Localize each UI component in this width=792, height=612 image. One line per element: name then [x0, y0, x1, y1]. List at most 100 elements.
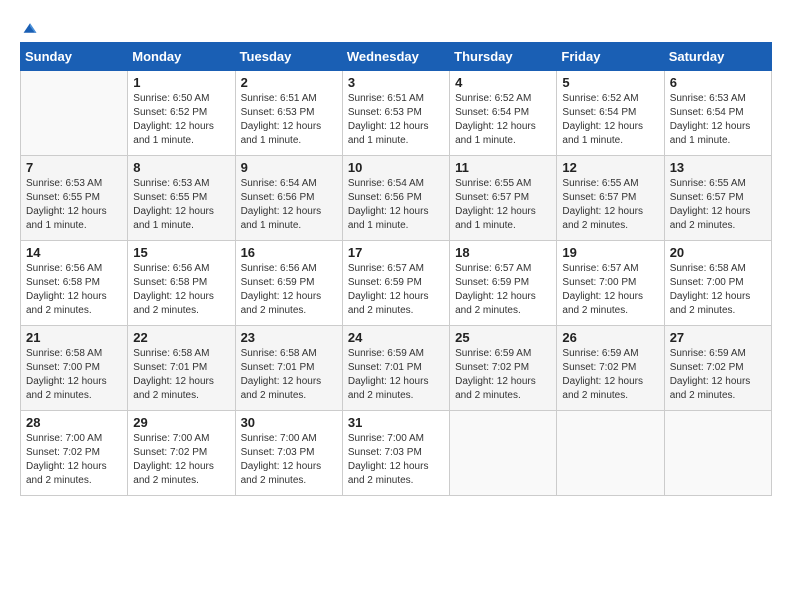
day-info: Sunrise: 6:55 AMSunset: 6:57 PMDaylight:… — [670, 177, 766, 233]
day-number: 18 — [455, 245, 551, 260]
day-info: Sunrise: 6:57 AMSunset: 7:00 PMDaylight:… — [562, 262, 658, 318]
day-number: 11 — [455, 160, 551, 175]
day-number: 25 — [455, 330, 551, 345]
calendar-cell: 20 Sunrise: 6:58 AMSunset: 7:00 PMDayligh… — [664, 241, 771, 326]
day-info: Sunrise: 6:58 AMSunset: 7:01 PMDaylight:… — [241, 347, 337, 403]
day-info: Sunrise: 6:56 AMSunset: 6:58 PMDaylight:… — [133, 262, 229, 318]
day-number: 10 — [348, 160, 444, 175]
day-number: 31 — [348, 415, 444, 430]
day-number: 20 — [670, 245, 766, 260]
calendar-week-row: 21Sunrise: 6:58 AMSunset: 7:00 PMDayligh… — [21, 326, 772, 411]
day-info: Sunrise: 6:54 AMSunset: 6:56 PMDaylight:… — [348, 177, 444, 233]
day-number: 2 — [241, 75, 337, 90]
header-monday: Monday — [128, 43, 235, 71]
day-number: 24 — [348, 330, 444, 345]
calendar-cell: 31 Sunrise: 7:00 AMSunset: 7:03 PMDayligh… — [342, 411, 449, 496]
header-sunday: Sunday — [21, 43, 128, 71]
calendar-cell: 11Sunrise: 6:55 AMSunset: 6:57 PMDayligh… — [450, 156, 557, 241]
day-number: 7 — [26, 160, 122, 175]
day-info: Sunrise: 6:50 AMSunset: 6:52 PMDaylight:… — [133, 92, 229, 148]
calendar-cell: 25 Sunrise: 6:59 AMSunset: 7:02 PMDayligh… — [450, 326, 557, 411]
calendar-cell: 17Sunrise: 6:57 AMSunset: 6:59 PMDayligh… — [342, 241, 449, 326]
day-number: 5 — [562, 75, 658, 90]
calendar-cell: 14 Sunrise: 6:56 AMSunset: 6:58 PMDayligh… — [21, 241, 128, 326]
calendar-cell: 9 Sunrise: 6:54 AMSunset: 6:56 PMDaylight… — [235, 156, 342, 241]
day-info: Sunrise: 6:51 AMSunset: 6:53 PMDaylight:… — [348, 92, 444, 148]
calendar-cell: 16 Sunrise: 6:56 AMSunset: 6:59 PMDayligh… — [235, 241, 342, 326]
day-info: Sunrise: 6:59 AMSunset: 7:01 PMDaylight:… — [348, 347, 444, 403]
calendar-cell: 5 Sunrise: 6:52 AMSunset: 6:54 PMDaylight… — [557, 71, 664, 156]
header-tuesday: Tuesday — [235, 43, 342, 71]
day-info: Sunrise: 6:59 AMSunset: 7:02 PMDaylight:… — [455, 347, 551, 403]
day-number: 12 — [562, 160, 658, 175]
calendar-cell: 10 Sunrise: 6:54 AMSunset: 6:56 PMDayligh… — [342, 156, 449, 241]
day-number: 9 — [241, 160, 337, 175]
calendar-cell: 12 Sunrise: 6:55 AMSunset: 6:57 PMDayligh… — [557, 156, 664, 241]
calendar-week-row: 1 Sunrise: 6:50 AMSunset: 6:52 PMDaylight… — [21, 71, 772, 156]
calendar-cell — [664, 411, 771, 496]
calendar-cell — [557, 411, 664, 496]
day-number: 4 — [455, 75, 551, 90]
calendar-cell: 15 Sunrise: 6:56 AMSunset: 6:58 PMDayligh… — [128, 241, 235, 326]
day-number: 26 — [562, 330, 658, 345]
day-info: Sunrise: 6:58 AMSunset: 7:01 PMDaylight:… — [133, 347, 229, 403]
day-number: 19 — [562, 245, 658, 260]
calendar-cell: 18 Sunrise: 6:57 AMSunset: 6:59 PMDayligh… — [450, 241, 557, 326]
day-number: 29 — [133, 415, 229, 430]
calendar-table: Sunday Monday Tuesday Wednesday Thursday… — [20, 42, 772, 496]
day-number: 23 — [241, 330, 337, 345]
calendar-cell: 21Sunrise: 6:58 AMSunset: 7:00 PMDayligh… — [21, 326, 128, 411]
calendar-cell — [450, 411, 557, 496]
day-info: Sunrise: 6:56 AMSunset: 6:59 PMDaylight:… — [241, 262, 337, 318]
calendar-week-row: 7 Sunrise: 6:53 AMSunset: 6:55 PMDaylight… — [21, 156, 772, 241]
day-info: Sunrise: 6:59 AMSunset: 7:02 PMDaylight:… — [670, 347, 766, 403]
day-info: Sunrise: 6:53 AMSunset: 6:55 PMDaylight:… — [133, 177, 229, 233]
day-info: Sunrise: 7:00 AMSunset: 7:03 PMDaylight:… — [348, 432, 444, 488]
day-info: Sunrise: 7:00 AMSunset: 7:03 PMDaylight:… — [241, 432, 337, 488]
calendar-cell: 30 Sunrise: 7:00 AMSunset: 7:03 PMDayligh… — [235, 411, 342, 496]
calendar-cell: 19 Sunrise: 6:57 AMSunset: 7:00 PMDayligh… — [557, 241, 664, 326]
header-wednesday: Wednesday — [342, 43, 449, 71]
day-info: Sunrise: 6:53 AMSunset: 6:54 PMDaylight:… — [670, 92, 766, 148]
day-info: Sunrise: 6:54 AMSunset: 6:56 PMDaylight:… — [241, 177, 337, 233]
day-info: Sunrise: 6:57 AMSunset: 6:59 PMDaylight:… — [348, 262, 444, 318]
calendar-header-row: Sunday Monday Tuesday Wednesday Thursday… — [21, 43, 772, 71]
day-number: 8 — [133, 160, 229, 175]
calendar-cell: 22Sunrise: 6:58 AMSunset: 7:01 PMDayligh… — [128, 326, 235, 411]
day-number: 14 — [26, 245, 122, 260]
header-thursday: Thursday — [450, 43, 557, 71]
calendar-cell — [21, 71, 128, 156]
calendar-cell: 29 Sunrise: 7:00 AMSunset: 7:02 PMDayligh… — [128, 411, 235, 496]
calendar-cell: 28Sunrise: 7:00 AMSunset: 7:02 PMDayligh… — [21, 411, 128, 496]
day-info: Sunrise: 6:57 AMSunset: 6:59 PMDaylight:… — [455, 262, 551, 318]
calendar-cell: 4Sunrise: 6:52 AMSunset: 6:54 PMDaylight… — [450, 71, 557, 156]
calendar-week-row: 28Sunrise: 7:00 AMSunset: 7:02 PMDayligh… — [21, 411, 772, 496]
calendar-cell: 26 Sunrise: 6:59 AMSunset: 7:02 PMDayligh… — [557, 326, 664, 411]
day-info: Sunrise: 6:59 AMSunset: 7:02 PMDaylight:… — [562, 347, 658, 403]
day-number: 15 — [133, 245, 229, 260]
calendar-cell: 6 Sunrise: 6:53 AMSunset: 6:54 PMDaylight… — [664, 71, 771, 156]
day-number: 6 — [670, 75, 766, 90]
day-info: Sunrise: 6:58 AMSunset: 7:00 PMDaylight:… — [670, 262, 766, 318]
day-number: 21 — [26, 330, 122, 345]
day-number: 3 — [348, 75, 444, 90]
calendar-cell: 23 Sunrise: 6:58 AMSunset: 7:01 PMDayligh… — [235, 326, 342, 411]
calendar-cell: 2 Sunrise: 6:51 AMSunset: 6:53 PMDaylight… — [235, 71, 342, 156]
day-number: 30 — [241, 415, 337, 430]
day-number: 27 — [670, 330, 766, 345]
logo-icon — [22, 20, 38, 36]
calendar-week-row: 14 Sunrise: 6:56 AMSunset: 6:58 PMDayligh… — [21, 241, 772, 326]
day-info: Sunrise: 6:51 AMSunset: 6:53 PMDaylight:… — [241, 92, 337, 148]
day-number: 16 — [241, 245, 337, 260]
day-info: Sunrise: 6:56 AMSunset: 6:58 PMDaylight:… — [26, 262, 122, 318]
day-number: 1 — [133, 75, 229, 90]
logo — [20, 20, 38, 32]
header-saturday: Saturday — [664, 43, 771, 71]
day-info: Sunrise: 6:53 AMSunset: 6:55 PMDaylight:… — [26, 177, 122, 233]
calendar-cell: 8 Sunrise: 6:53 AMSunset: 6:55 PMDaylight… — [128, 156, 235, 241]
header-friday: Friday — [557, 43, 664, 71]
day-info: Sunrise: 6:55 AMSunset: 6:57 PMDaylight:… — [562, 177, 658, 233]
day-info: Sunrise: 7:00 AMSunset: 7:02 PMDaylight:… — [133, 432, 229, 488]
day-info: Sunrise: 6:52 AMSunset: 6:54 PMDaylight:… — [562, 92, 658, 148]
calendar-cell: 7 Sunrise: 6:53 AMSunset: 6:55 PMDaylight… — [21, 156, 128, 241]
